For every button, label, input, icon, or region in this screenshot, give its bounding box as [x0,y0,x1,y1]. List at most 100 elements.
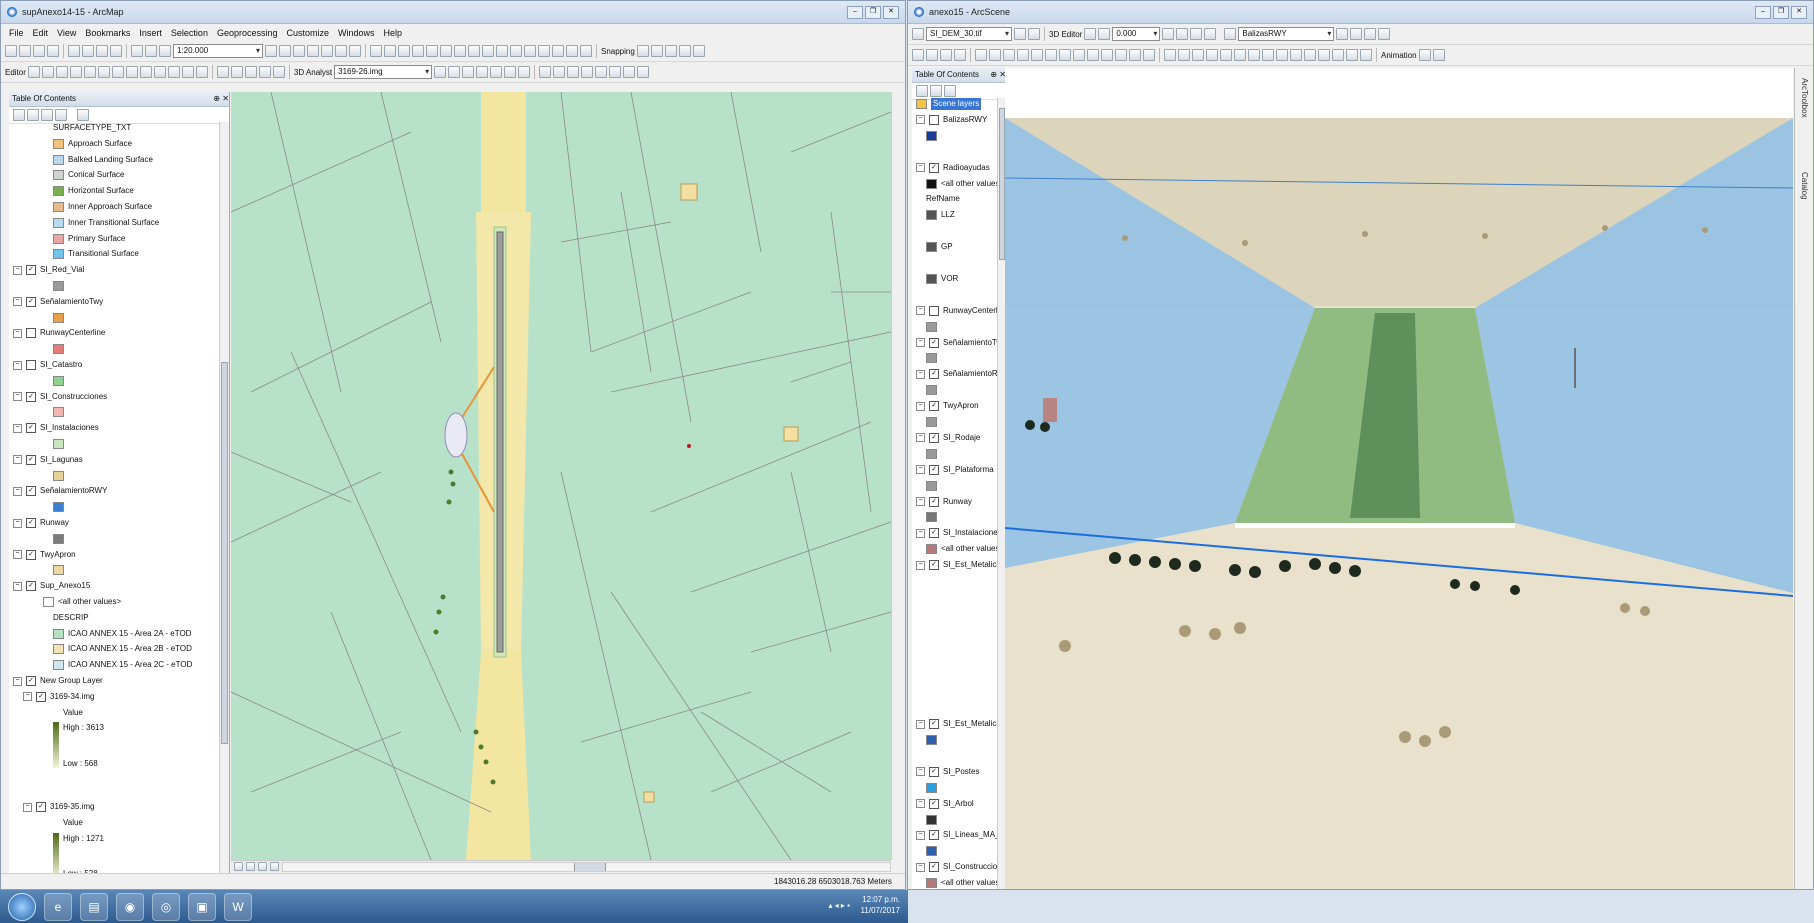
full-extent-icon[interactable] [412,45,424,57]
add-data-icon[interactable] [1059,49,1071,61]
toc-layer[interactable]: − ✓ 3169-34.img [23,691,94,703]
undo-icon[interactable] [131,45,143,57]
map-horizontal-scrollbar[interactable] [282,861,891,872]
expand-collapse-icon[interactable]: − [916,560,925,570]
layer-visibility-checkbox[interactable]: ✓ [26,423,36,434]
raster-layer-combo[interactable]: 3169-26.img [334,65,433,79]
search-window-icon[interactable] [307,45,319,57]
arcmap-taskbar-icon[interactable]: ◉ [116,892,144,921]
scene-properties-icon[interactable] [1360,49,1372,61]
layer-visibility-checkbox[interactable]: ✓ [26,391,36,402]
taskbar-clock[interactable]: 12:07 p.m. 11/07/2017 [861,894,900,916]
globe-icon[interactable] [539,66,552,78]
fixed-zoom-in-icon[interactable] [426,45,438,57]
layer-visibility-checkbox[interactable]: ✓ [929,528,939,539]
toc-layer[interactable]: − SI_Catastro [13,359,82,371]
new-icon[interactable] [5,45,17,57]
zoom-to-target-icon[interactable] [1206,49,1218,61]
toc-scrollbar[interactable] [219,122,229,875]
layer-visibility-checkbox[interactable]: ✓ [26,549,36,560]
full-extent-icon[interactable] [1276,49,1288,61]
word-taskbar-icon[interactable]: W [224,892,252,921]
vertex-snapping-icon[interactable] [664,45,677,57]
start-button[interactable] [8,892,36,921]
arcmap-map-display[interactable] [231,92,891,860]
expand-collapse-icon[interactable]: − [916,862,925,872]
layer-visibility-checkbox[interactable]: ✓ [929,496,939,507]
layer-visibility-checkbox[interactable]: ✓ [26,265,36,276]
editor-menu[interactable]: Editor [5,68,26,77]
point-snapping-icon[interactable] [636,45,649,57]
table-of-contents-icon[interactable] [279,45,291,57]
system-tray[interactable]: ▴ ◂ ▸ ▪ [828,901,850,910]
reshape-icon[interactable] [111,66,124,78]
effects-icon[interactable] [272,66,285,78]
menu-file[interactable]: File [9,28,24,38]
arcscene-launch-icon[interactable] [504,66,517,78]
layout-view-icon[interactable] [246,862,255,871]
z-value-field[interactable]: 0.000 [1112,27,1161,41]
catalog-tab[interactable]: Catalog [1800,172,1809,200]
toc-layer[interactable]: − BalizasRWY [916,114,987,126]
model-icon[interactable] [1336,28,1349,40]
layer-visibility-checkbox[interactable]: ✓ [929,401,939,412]
toc-layer[interactable]: − ✓ SeñalamientoRWY [916,368,1006,380]
refresh-view-icon[interactable] [258,862,267,871]
clear-selection-icon[interactable] [496,45,508,57]
toc-layer[interactable]: − ✓ Sup_Anexo15 [13,580,90,592]
menu-bookmarks[interactable]: Bookmarks [85,28,130,38]
toc-layer[interactable]: − ✓ New Group Layer [13,675,103,687]
expand-collapse-icon[interactable]: − [23,802,32,812]
add-data-icon[interactable] [159,45,171,57]
list-by-drawing-order-icon[interactable] [916,85,928,97]
layer-visibility-checkbox[interactable] [929,305,939,316]
hyperlink-icon[interactable] [566,45,578,57]
layer-visibility-checkbox[interactable]: ✓ [929,162,939,173]
interpolate-line-3d-icon[interactable] [1028,28,1040,40]
menu-customize[interactable]: Customize [287,28,330,38]
snapping-options-icon[interactable] [692,45,705,57]
redo-icon[interactable] [145,45,157,57]
cut-icon[interactable] [68,45,80,57]
zoom-in-icon[interactable] [1234,49,1246,61]
animation-play-icon[interactable] [1432,49,1445,61]
expand-collapse-icon[interactable]: − [916,115,925,125]
expand-collapse-icon[interactable]: − [916,433,925,443]
list-by-drawing-order-icon[interactable] [13,109,25,121]
fill-icon[interactable] [1378,28,1391,40]
interpolate-point-icon[interactable] [1014,28,1026,40]
map-vertical-scrollbar[interactable] [891,92,902,860]
toc-options-icon[interactable] [77,109,89,121]
arcscene-3d-view[interactable] [1005,68,1793,889]
menu-selection[interactable]: Selection [171,28,208,38]
expand-collapse-icon[interactable]: − [916,306,925,316]
list-by-visibility-icon[interactable] [41,109,53,121]
split-icon[interactable] [139,66,152,78]
menu-windows[interactable]: Windows [338,28,375,38]
undo-icon[interactable] [1031,49,1043,61]
expand-collapse-icon[interactable]: − [916,719,925,729]
map-scrollbar-thumb[interactable] [574,862,607,871]
trace-icon[interactable] [83,66,96,78]
toc-layer[interactable]: − ✓ SI_Arbol [916,798,974,810]
pan-icon[interactable] [1262,49,1274,61]
layer-visibility-checkbox[interactable]: ✓ [929,432,939,443]
layer-visibility-checkbox[interactable]: ✓ [26,486,36,497]
close-icon[interactable]: ✕ [883,5,899,19]
z-value-icon[interactable] [1098,28,1111,40]
end-snapping-icon[interactable] [650,45,663,57]
menu-help[interactable]: Help [384,28,403,38]
expand-collapse-icon[interactable]: − [916,401,925,411]
identify-icon[interactable] [524,45,536,57]
expand-collapse-icon[interactable]: − [916,163,925,173]
layer-visibility-checkbox[interactable]: ✓ [929,798,939,809]
list-by-selection-icon[interactable] [55,109,67,121]
layer-visibility-checkbox[interactable]: ✓ [929,862,939,873]
catalog-icon[interactable] [1087,49,1099,61]
contour-icon[interactable] [490,66,503,78]
back-extent-icon[interactable] [454,45,466,57]
expand-collapse-icon[interactable]: − [13,328,22,338]
layer-visibility-checkbox[interactable]: ✓ [26,676,36,686]
toc-layer[interactable]: − ✓ TwyApron [13,549,76,561]
layer-visibility-checkbox[interactable] [929,114,939,125]
